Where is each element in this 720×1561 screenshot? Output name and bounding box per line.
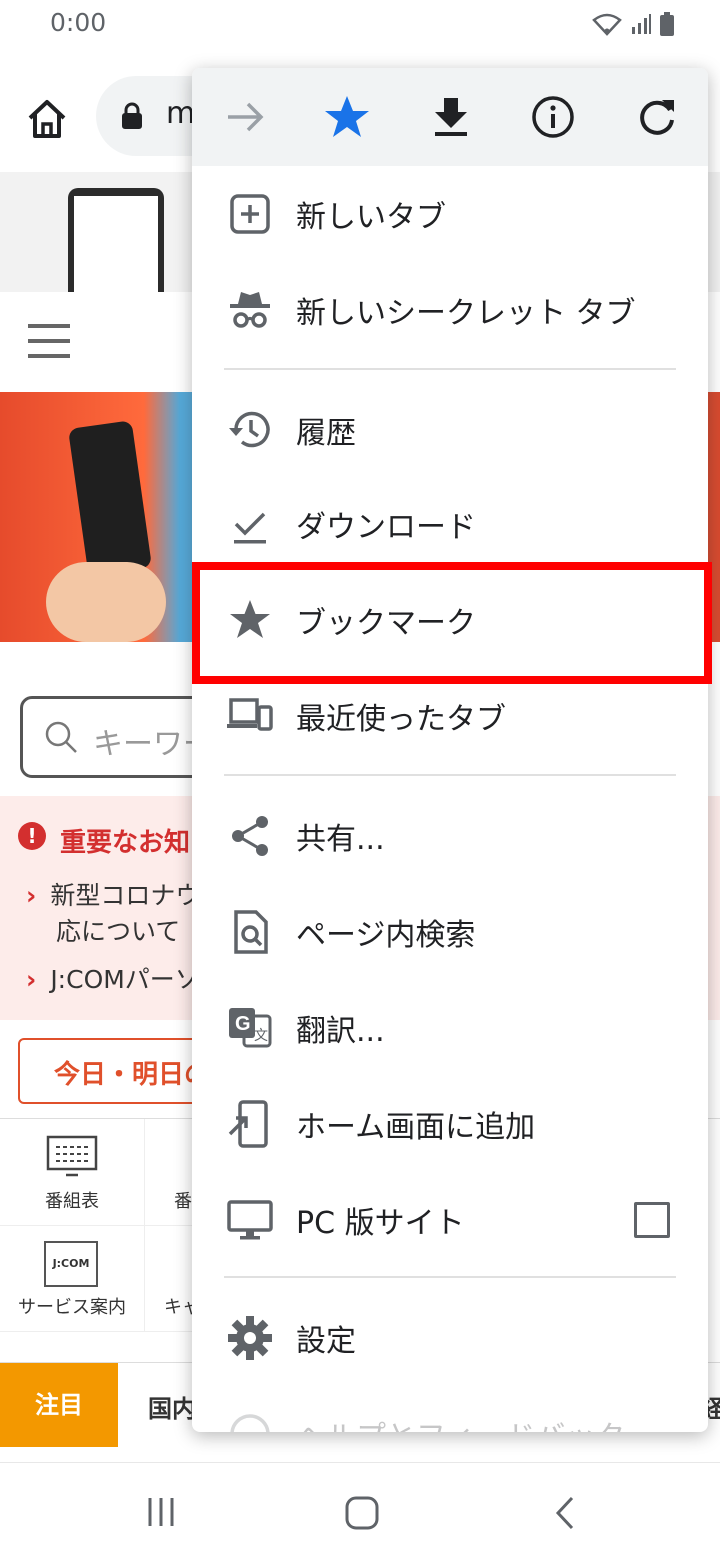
alert-icon: !	[18, 822, 46, 850]
jcom-door-icon: J:COM	[44, 1241, 98, 1287]
nav-home-icon[interactable]	[344, 1495, 380, 1531]
menu-item-label: ダウンロード	[296, 510, 476, 545]
nav-back-icon[interactable]	[550, 1495, 580, 1531]
menu-divider	[224, 1276, 676, 1278]
download-icon[interactable]	[426, 92, 476, 142]
wifi-icon	[592, 13, 622, 36]
url-text: m	[166, 96, 196, 131]
new-tab-icon	[230, 194, 270, 234]
highlight-box	[192, 562, 712, 684]
today-button-label: 今日・明日の	[54, 1060, 211, 1090]
grid-item-tv-guide[interactable]: 番組表	[0, 1119, 145, 1226]
hero-phone-image	[68, 420, 152, 576]
chevron-right-icon: ›	[26, 965, 37, 994]
forward-icon[interactable]	[220, 92, 270, 142]
menu-item-settings[interactable]: 設定	[192, 1290, 708, 1386]
hamburger-menu-icon[interactable]	[28, 324, 70, 358]
grid-label: 番	[174, 1191, 192, 1212]
settings-icon	[228, 1316, 272, 1360]
translate-icon: G文	[229, 1008, 272, 1048]
download-check-icon	[234, 512, 266, 544]
history-icon	[229, 411, 270, 448]
svg-text:G: G	[235, 1013, 251, 1035]
menu-item-downloads[interactable]: ダウンロード	[192, 476, 708, 572]
grid-label: 番組表	[45, 1191, 99, 1212]
info-icon[interactable]	[528, 92, 578, 142]
menu-item-incognito[interactable]: 新しいシークレット タブ	[192, 262, 708, 358]
svg-text:文: 文	[254, 1028, 268, 1044]
menu-item-label: 翻訳...	[296, 1014, 385, 1049]
grid-item-service[interactable]: J:COM サービス案内	[0, 1225, 145, 1332]
incognito-icon	[230, 292, 270, 328]
devices-icon	[227, 698, 273, 731]
menu-item-new-tab[interactable]: 新しいタブ	[192, 166, 708, 262]
menu-item-label: 新しいシークレット タブ	[296, 296, 636, 331]
reload-icon[interactable]	[632, 92, 682, 142]
status-bar: 0:00	[0, 0, 720, 50]
signal-icon	[632, 14, 651, 34]
tab-attention[interactable]: 注目	[0, 1363, 118, 1447]
menu-item-add-home[interactable]: ホーム画面に追加	[192, 1076, 708, 1172]
help-icon	[230, 1414, 270, 1432]
notice-link[interactable]: › 新型コロナウ	[26, 876, 200, 912]
battery-icon	[660, 12, 674, 36]
menu-item-history[interactable]: 履歴	[192, 382, 708, 478]
tv-guide-icon	[46, 1135, 98, 1177]
menu-divider	[224, 774, 676, 776]
overflow-menu: 新しいタブ 新しいシークレット タブ 履歴 ダウンロード ブックマーク 最近使っ…	[192, 68, 708, 1432]
notice-link[interactable]: › J:COMパーソ	[26, 960, 200, 996]
menu-item-label: 共有...	[296, 822, 385, 857]
grid-label: サービス案内	[18, 1297, 126, 1318]
menu-item-label: ホーム画面に追加	[296, 1110, 536, 1145]
menu-item-label: 履歴	[296, 416, 356, 451]
status-clock: 0:00	[50, 8, 107, 37]
menu-item-find[interactable]: ページ内検索	[192, 884, 708, 980]
recent-apps-icon[interactable]	[144, 1495, 178, 1529]
find-in-page-icon	[234, 910, 268, 954]
menu-item-translate[interactable]: G文 翻訳...	[192, 980, 708, 1076]
desktop-icon	[227, 1200, 273, 1240]
menu-item-label: ヘルプとフィードバック	[296, 1412, 625, 1432]
menu-item-desktop-site[interactable]: PC 版サイト	[192, 1172, 708, 1268]
bookmark-star-icon[interactable]	[322, 92, 372, 142]
home-icon[interactable]	[22, 94, 72, 144]
tab-domestic[interactable]: 国内	[148, 1389, 196, 1424]
menu-item-label: PC 版サイト	[296, 1206, 465, 1241]
menu-action-bar	[192, 68, 708, 166]
hero-hand-image	[46, 562, 166, 642]
phone-image	[68, 188, 164, 292]
desktop-site-checkbox[interactable]	[634, 1202, 670, 1238]
share-icon	[232, 816, 268, 856]
notice-link-cont[interactable]: 応について	[56, 912, 180, 948]
add-to-home-icon	[228, 1100, 268, 1148]
phone-screen	[74, 196, 158, 292]
menu-item-label: ページ内検索	[296, 918, 476, 953]
menu-item-help[interactable]: ヘルプとフィードバック	[192, 1386, 708, 1432]
menu-divider	[224, 368, 676, 370]
lock-icon	[122, 102, 142, 129]
status-icons	[592, 12, 674, 36]
chevron-right-icon: ›	[26, 881, 37, 910]
menu-item-label: 新しいタブ	[296, 200, 446, 235]
android-nav-bar	[0, 1462, 720, 1561]
search-icon	[45, 721, 77, 753]
menu-item-share[interactable]: 共有...	[192, 788, 708, 884]
menu-item-label: 最近使ったタブ	[296, 702, 506, 737]
notice-title: 重要なお知	[60, 828, 191, 858]
menu-item-label: 設定	[296, 1324, 356, 1359]
